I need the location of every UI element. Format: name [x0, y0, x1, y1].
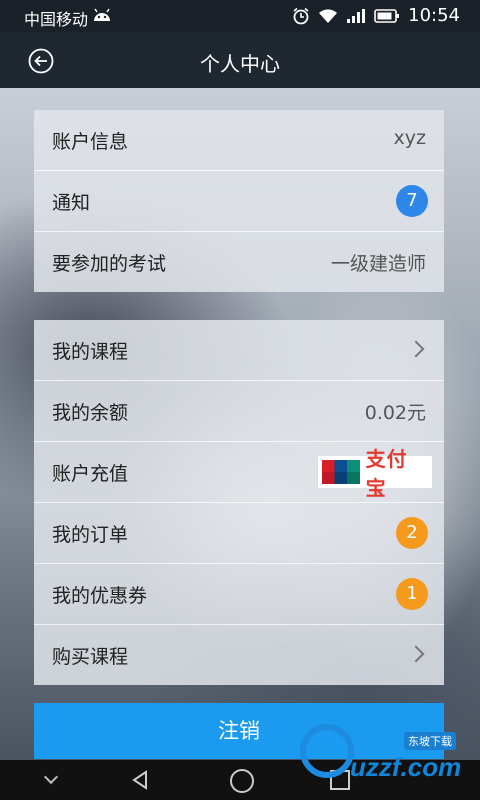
row-exam[interactable]: 要参加的考试 一级建造师 [34, 232, 444, 292]
battery-icon [374, 8, 400, 23]
chevron-right-icon [407, 645, 425, 663]
wifi-icon [319, 8, 338, 23]
signal-icon [347, 8, 366, 23]
row-label: 我的余额 [52, 402, 129, 424]
row-my-courses[interactable]: 我的课程 [34, 320, 444, 381]
row-balance[interactable]: 我的余额 0.02元 [34, 381, 444, 442]
page-title: 个人中心 [200, 52, 280, 76]
row-coupons[interactable]: 我的优惠券 1 [34, 564, 444, 625]
account-username: xyz [393, 127, 426, 149]
unionpay-icon [322, 460, 360, 484]
app-header: 个人中心 [0, 32, 480, 88]
exam-name: 一级建造师 [330, 253, 426, 275]
system-home-icon[interactable] [230, 769, 254, 793]
row-label: 账户充值 [52, 463, 129, 485]
unionpay-alipay-logo[interactable]: 支付宝 [318, 447, 432, 500]
watermark-text: uzzf.com [350, 752, 462, 782]
alarm-icon [293, 7, 309, 24]
site-watermark: 东坡下载 uzzf.com [300, 718, 476, 790]
chevron-right-icon [407, 340, 425, 358]
status-bar: 中国移动 10:54 [0, 0, 480, 32]
row-label: 我的订单 [52, 524, 129, 546]
row-label: 我的优惠券 [52, 585, 148, 607]
alipay-logo-text: 支付宝 [365, 447, 408, 500]
carrier-name: 中国移动 [24, 10, 89, 29]
course-group: 我的课程 我的余额 0.02元 账户充值 支付宝 我的订单 2 我的优惠券 1 … [34, 320, 444, 685]
balance-value: 0.02元 [364, 402, 426, 424]
row-orders[interactable]: 我的订单 2 [34, 503, 444, 564]
row-label: 要参加的考试 [52, 253, 167, 275]
system-back-icon[interactable] [130, 770, 150, 790]
row-recharge[interactable]: 账户充值 支付宝 [34, 442, 444, 503]
hide-keyboard-icon[interactable] [43, 769, 59, 785]
coupons-count-badge: 1 [396, 578, 428, 610]
watermark-logo-icon [300, 724, 354, 778]
row-label: 购买课程 [52, 646, 129, 668]
row-account-info[interactable]: 账户信息 xyz [34, 110, 444, 171]
watermark-tag: 东坡下载 [404, 732, 456, 750]
account-group: 账户信息 xyz 通知 7 要参加的考试 一级建造师 [34, 110, 444, 292]
android-icon [94, 8, 110, 21]
row-label: 账户信息 [52, 131, 129, 153]
orders-count-badge: 2 [396, 517, 428, 549]
notification-count-badge: 7 [396, 185, 428, 217]
row-notifications[interactable]: 通知 7 [34, 171, 444, 232]
row-label: 我的课程 [52, 341, 129, 363]
row-buy-courses[interactable]: 购买课程 [34, 625, 444, 685]
row-label: 通知 [52, 192, 91, 214]
clock: 10:54 [408, 5, 460, 26]
